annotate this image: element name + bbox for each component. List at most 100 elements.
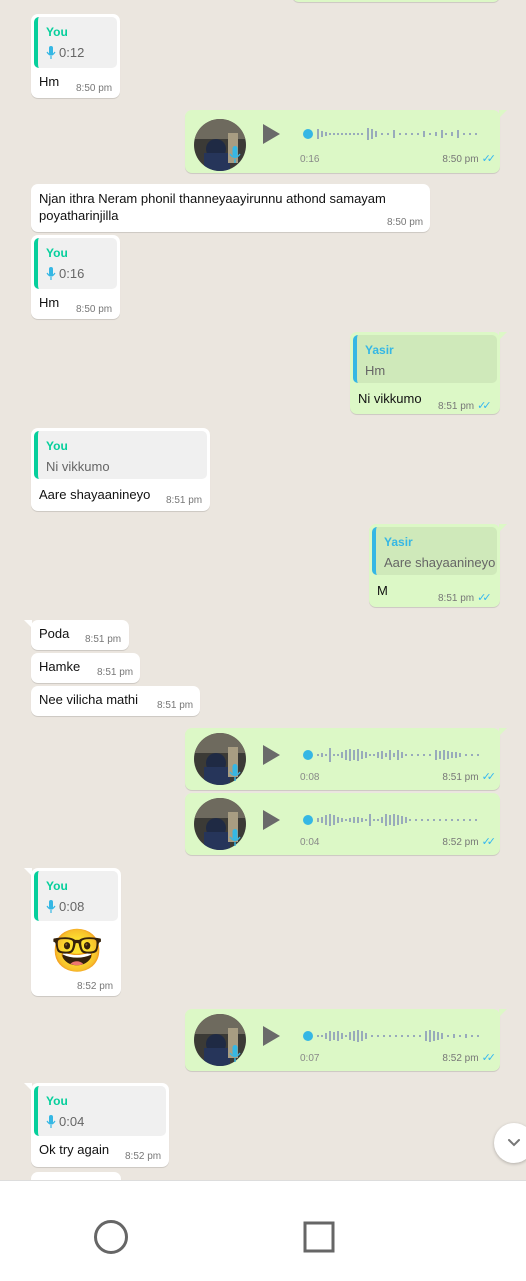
quote-duration: 0:04 (59, 1114, 85, 1129)
double-check-icon: ✓✓ (481, 836, 497, 848)
double-check-icon: ✓✓ (481, 153, 497, 165)
bubble-tail (499, 524, 507, 532)
message-time: 8:51 pm (442, 772, 479, 783)
message-text: Ni vikkumo (358, 391, 422, 406)
message-time: 8:51 pm (438, 401, 475, 412)
play-icon[interactable] (263, 745, 280, 765)
voice-message-bubble[interactable]: 0:07 8:52 pm ✓✓ (185, 1009, 507, 1071)
circle-icon[interactable] (93, 1219, 129, 1255)
double-check-icon: ✓✓ (481, 771, 497, 783)
bubble-tail (499, 332, 507, 340)
message-time: 8:51 pm (85, 634, 122, 645)
system-nav-bar (0, 1180, 526, 1281)
bubble-tail (24, 868, 32, 876)
voice-message-bubble[interactable]: 0:04 8:52 pm ✓✓ (185, 793, 500, 855)
reply-quote[interactable]: You 0:08 (34, 871, 118, 921)
message-time: 8:51 pm (438, 593, 475, 604)
bubble-tail (24, 620, 32, 628)
message-time: 8:52 pm (442, 1053, 479, 1064)
reply-quote[interactable]: You 0:04 (34, 1086, 166, 1136)
quote-duration: 0:08 (59, 899, 85, 914)
mic-icon (46, 45, 56, 59)
message-time-row: 8:50 pm ✓✓ (442, 152, 497, 165)
message-bubble[interactable]: Nee vilicha mathi 8:51 pm (31, 686, 200, 716)
mic-icon (229, 1045, 241, 1062)
quote-text: Aare shayaanineyo (384, 555, 496, 570)
quote-author: Yasir (384, 535, 413, 549)
message-bubble[interactable]: You Ni vikkumo Aare shayaanineyo 8:51 pm (31, 428, 210, 511)
message-time: 8:50 pm (76, 83, 113, 94)
message-bubble[interactable]: Hamke 8:51 pm (31, 653, 140, 683)
message-time: 8:52 pm (442, 837, 479, 848)
waveform[interactable] (303, 744, 483, 766)
message-bubble[interactable]: You 0:04 Ok try again 8:52 pm (24, 1083, 169, 1167)
bubble-tail (499, 728, 507, 736)
voice-duration: 0:04 (300, 837, 320, 848)
play-icon[interactable] (263, 124, 280, 144)
message-bubble[interactable]: You 0:16 Hm 8:50 pm (31, 235, 120, 319)
message-time-row: 8:51 pm ✓✓ (438, 591, 492, 604)
message-time: 8:51 pm (97, 667, 134, 678)
message-bubble[interactable]: Yasir Aare shayaanineyo M 8:51 pm ✓✓ (369, 524, 507, 607)
quote-duration: 0:16 (59, 266, 85, 281)
mic-icon (229, 829, 241, 846)
message-bubble[interactable]: Poda 8:51 pm (24, 620, 129, 650)
message-time-row: 8:52 pm ✓✓ (442, 835, 497, 848)
message-bubble-partial[interactable] (292, 0, 500, 2)
message-text: M (377, 583, 388, 598)
reply-quote[interactable]: You 0:16 (34, 238, 117, 289)
waveform[interactable] (303, 123, 483, 145)
message-text: Hamke (39, 659, 81, 674)
message-time: 8:52 pm (77, 981, 114, 992)
voice-message-bubble[interactable]: 0:08 8:51 pm ✓✓ (185, 728, 507, 790)
message-text: Nee vilicha mathi (39, 692, 138, 707)
reply-quote[interactable]: You Ni vikkumo (34, 431, 207, 479)
message-time-row: 8:51 pm ✓✓ (438, 399, 492, 412)
quote-author: You (46, 879, 68, 893)
message-text: Poda (39, 626, 70, 641)
chat-area[interactable]: You 0:12 Hm 8:50 pm 0:16 8:50 pm ✓✓ Njan … (0, 0, 526, 1180)
scroll-down-button[interactable] (494, 1123, 526, 1163)
message-bubble[interactable]: You 0:12 Hm 8:50 pm (31, 14, 120, 98)
reply-quote[interactable]: Yasir Aare shayaanineyo (372, 527, 497, 575)
message-time-row: 8:52 pm ✓✓ (442, 1051, 497, 1064)
message-text: Hm (39, 295, 60, 310)
quote-author: You (46, 1094, 68, 1108)
message-time: 8:50 pm (387, 217, 424, 228)
bubble-tail (24, 1083, 32, 1091)
square-icon[interactable] (303, 1221, 335, 1253)
message-time: 8:50 pm (442, 154, 479, 165)
quote-text: Hm (365, 363, 386, 378)
quote-author: You (46, 439, 68, 453)
voice-duration: 0:08 (300, 772, 320, 783)
message-bubble[interactable]: You 0:08 🤓 8:52 pm (24, 868, 121, 996)
voice-message-bubble[interactable]: 0:16 8:50 pm ✓✓ (185, 110, 507, 173)
chevron-down-icon (508, 1139, 520, 1147)
nerd-face-emoji: 🤓 (51, 927, 104, 974)
mic-icon (46, 899, 56, 913)
message-time: 8:50 pm (76, 304, 113, 315)
quote-author: Yasir (365, 343, 394, 357)
double-check-icon: ✓✓ (481, 1052, 497, 1064)
message-time: 8:51 pm (157, 700, 194, 711)
mic-icon (46, 266, 56, 280)
message-bubble[interactable]: Yasir Hm Ni vikkumo 8:51 pm ✓✓ (350, 332, 507, 414)
message-text: Hm (39, 74, 60, 89)
message-bubble-partial[interactable] (31, 1172, 121, 1180)
reply-quote[interactable]: You 0:12 (34, 17, 117, 68)
message-text-line: Njan ithra Neram phonil thanneyaayirunnu… (39, 191, 386, 206)
waveform[interactable] (303, 1025, 483, 1047)
play-icon[interactable] (263, 810, 280, 830)
voice-duration: 0:07 (300, 1053, 320, 1064)
message-time: 8:51 pm (166, 495, 203, 506)
play-icon[interactable] (263, 1026, 280, 1046)
reply-quote[interactable]: Yasir Hm (353, 335, 497, 383)
quote-voice: 0:04 (46, 1114, 84, 1129)
double-check-icon: ✓✓ (477, 400, 492, 412)
message-bubble[interactable]: Njan ithra Neram phonil thanneyaayirunnu… (31, 184, 430, 232)
voice-duration: 0:16 (300, 154, 320, 165)
waveform[interactable] (303, 809, 483, 831)
quote-voice: 0:08 (46, 899, 84, 914)
message-text: Aare shayaanineyo (39, 487, 151, 502)
mic-icon (46, 1114, 56, 1128)
